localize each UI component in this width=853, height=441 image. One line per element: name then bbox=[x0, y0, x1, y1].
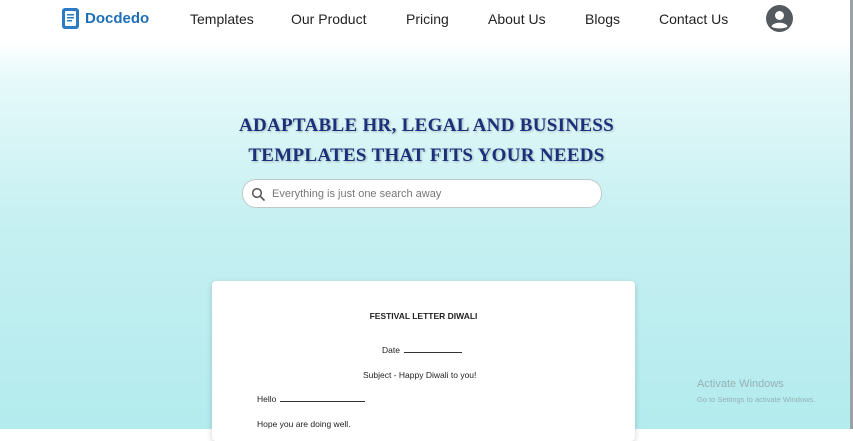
nav-contact-us[interactable]: Contact Us bbox=[659, 11, 728, 27]
greeting-label: Hello bbox=[257, 394, 277, 404]
date-blank bbox=[403, 346, 462, 353]
document-title: FESTIVAL LETTER DIWALI bbox=[369, 311, 478, 321]
document-preview-card[interactable]: FESTIVAL LETTER DIWALI Date Subject - Ha… bbox=[212, 281, 635, 441]
hero-title-line-1: ADAPTABLE HR, LEGAL AND BUSINESS bbox=[238, 115, 615, 136]
windows-activation-title: Activate Windows bbox=[697, 378, 784, 390]
nav-pricing[interactable]: Pricing bbox=[406, 11, 449, 27]
body-first-line: Hope you are doing well. bbox=[257, 419, 351, 429]
nav-blogs[interactable]: Blogs bbox=[585, 11, 620, 27]
nav-templates[interactable]: Templates bbox=[190, 11, 254, 27]
search-icon bbox=[251, 187, 265, 201]
subject-line: Subject - Happy Diwali to you! bbox=[363, 370, 477, 380]
nav-our-product[interactable]: Our Product bbox=[291, 11, 366, 27]
windows-activation-subtitle: Go to Settings to activate Windows. bbox=[697, 395, 816, 404]
top-navbar: Docdedo Templates Our Product Pricing Ab… bbox=[0, 0, 853, 40]
name-blank bbox=[280, 395, 366, 402]
user-avatar-icon[interactable] bbox=[766, 5, 793, 32]
search-input[interactable] bbox=[270, 186, 594, 201]
hero-title-line-2: TEMPLATES THAT FITS YOUR NEEDS bbox=[248, 145, 605, 166]
document-logo-icon bbox=[62, 8, 79, 29]
nav-about-us[interactable]: About Us bbox=[488, 11, 546, 27]
search-bar[interactable] bbox=[242, 179, 602, 208]
date-label: Date bbox=[382, 345, 400, 355]
logo[interactable]: Docdedo bbox=[61, 7, 149, 30]
logo-text: Docdedo bbox=[85, 10, 150, 27]
date-line: Date bbox=[382, 345, 462, 355]
greeting-line: Hello bbox=[257, 394, 366, 404]
